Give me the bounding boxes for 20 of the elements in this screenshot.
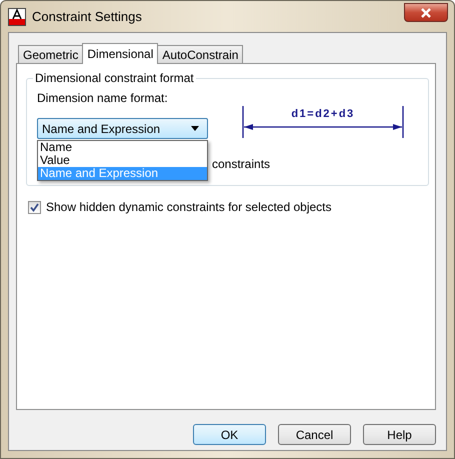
field-label: Dimension name format: (37, 91, 169, 105)
dimension-label: d1=d2+d3 (290, 108, 356, 120)
dropdown-option[interactable]: Name (38, 141, 207, 154)
option-label: constraints (212, 157, 270, 171)
dialog-button[interactable]: OK (193, 424, 266, 445)
checkbox-label: Show hidden dynamic constraints for selected objects (46, 200, 332, 214)
close-icon (420, 8, 432, 18)
tab[interactable]: Dimensional (82, 43, 158, 64)
dropdown-option[interactable]: Value (38, 154, 207, 167)
app-icon (8, 8, 26, 26)
tab[interactable]: AutoConstrain (157, 45, 244, 63)
group-title: Dimensional constraint format (33, 71, 196, 85)
checkbox[interactable] (28, 200, 41, 214)
close-button[interactable] (404, 3, 448, 22)
dialog-button[interactable]: Cancel (278, 424, 351, 445)
tab[interactable]: Geometric (18, 45, 84, 63)
window-title: Constraint Settings (32, 9, 142, 24)
format-dropdown[interactable]: Name and Expression (37, 118, 208, 139)
dialog-button[interactable]: Help (363, 424, 436, 445)
caret-icon (191, 126, 199, 131)
